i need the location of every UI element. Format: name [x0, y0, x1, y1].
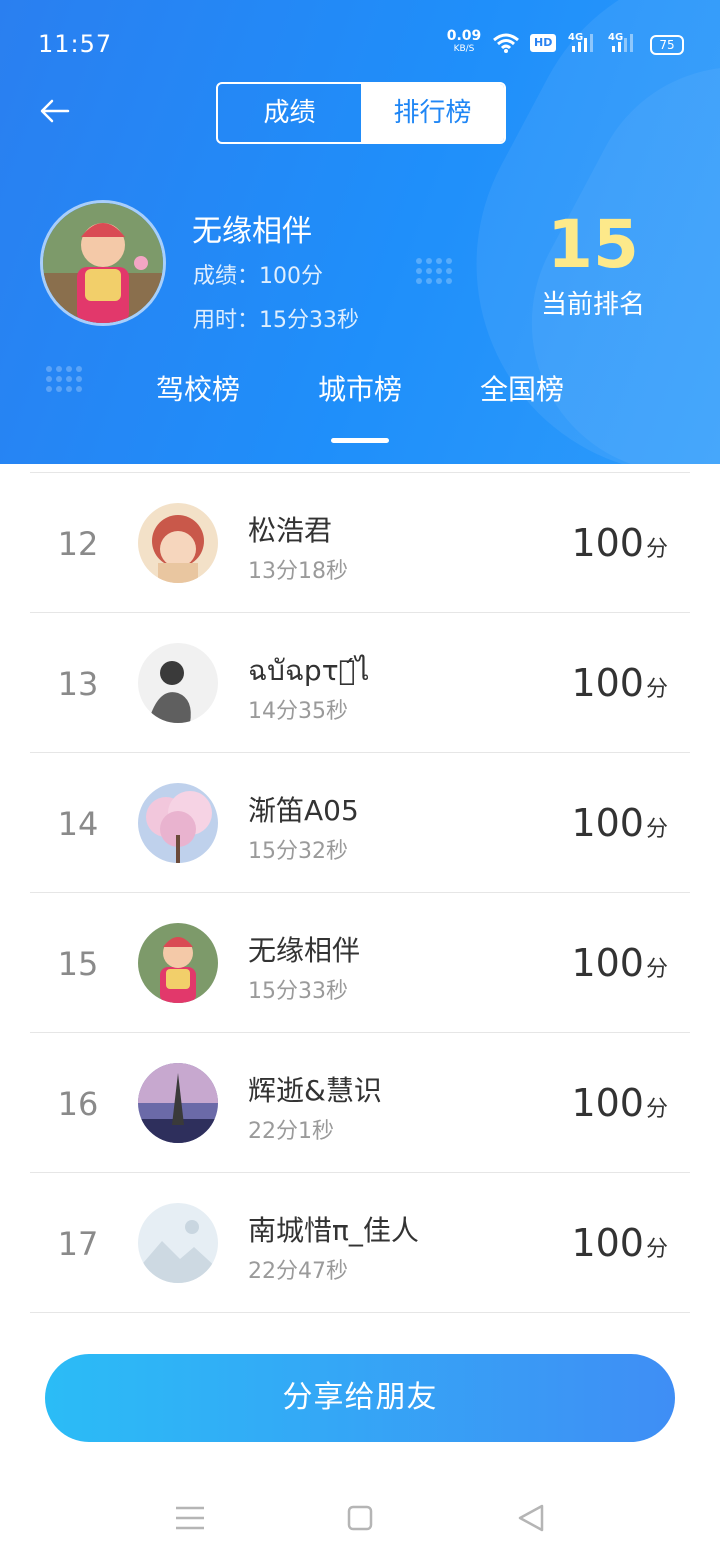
player-time: 13分18秒	[248, 559, 348, 584]
player-time: 22分1秒	[248, 1119, 334, 1144]
player-score: 100分	[571, 521, 668, 565]
user-name: 无缘相伴	[192, 214, 312, 249]
wifi-icon	[493, 33, 519, 53]
player-score: 100分	[571, 801, 668, 845]
segment-control: 成绩 排行榜	[216, 82, 506, 144]
player-score: 100分	[571, 1081, 668, 1125]
player-score: 100分	[571, 941, 668, 985]
current-rank-label: 当前排名	[540, 290, 645, 320]
player-name: 松浩君	[248, 514, 333, 547]
player-name: ฉบัฉpτช́ไ	[248, 654, 370, 687]
net-speed-unit: KB/S	[453, 44, 475, 54]
rank-number: 17	[57, 1225, 99, 1263]
arrow-left-icon[interactable]	[38, 94, 72, 128]
score-value: 100	[571, 661, 644, 705]
avatar	[138, 1063, 218, 1143]
player-name: 无缘相伴	[248, 934, 361, 967]
score-unit: 分	[645, 1097, 668, 1122]
header: 11:57 0.09 KB/S HD 4G 4G 75 成绩 排行榜 无缘相伴 …	[0, 0, 720, 464]
player-time: 15分33秒	[248, 979, 348, 1004]
rank-number: 13	[57, 665, 99, 703]
user-score: 成绩：100分	[193, 264, 323, 289]
avatar	[138, 923, 218, 1003]
score-unit: 分	[645, 677, 668, 702]
system-nav-bar	[0, 1470, 720, 1560]
list-item[interactable]: 14 渐笛A05 15分32秒 100分	[30, 753, 690, 893]
ranking-list: 12 松浩君 13分18秒 100分 13 ฉบัฉpτช́ไ 14分35秒 1…	[30, 472, 690, 1313]
current-rank-number: 15	[547, 206, 639, 283]
segment-leaderboard[interactable]: 排行榜	[361, 84, 504, 142]
list-item[interactable]: 17 南城惜π_佳人 22分47秒 100分	[30, 1173, 690, 1313]
list-item[interactable]: 12 松浩君 13分18秒 100分	[30, 473, 690, 613]
player-name: 辉逝&慧识	[248, 1074, 382, 1107]
battery-icon: 75	[650, 35, 684, 55]
player-time: 22分47秒	[248, 1259, 348, 1284]
player-time: 14分35秒	[248, 699, 348, 724]
player-name: 渐笛A05	[248, 794, 359, 827]
avatar	[138, 1203, 218, 1283]
rank-number: 15	[57, 945, 99, 983]
avatar	[138, 643, 218, 723]
list-item[interactable]: 15 无缘相伴 15分33秒 100分	[30, 893, 690, 1033]
tab-city[interactable]: 城市榜	[280, 368, 440, 408]
player-score: 100分	[571, 1221, 668, 1265]
score-value: 100	[571, 801, 644, 845]
score-value: 100	[571, 1081, 644, 1125]
rank-number: 14	[57, 805, 99, 843]
dots-decoration	[416, 258, 452, 284]
score-value: 100	[571, 521, 644, 565]
score-value: 100	[571, 941, 644, 985]
rank-number: 12	[57, 525, 99, 563]
segment-scores[interactable]: 成绩	[218, 84, 361, 142]
avatar	[138, 783, 218, 863]
avatar	[138, 503, 218, 583]
leaderboard-tabs: 驾校榜 城市榜 全国榜	[0, 368, 720, 412]
user-time: 用时：15分33秒	[193, 308, 359, 333]
tab-indicator	[331, 438, 389, 443]
rank-number: 16	[57, 1085, 99, 1123]
tab-national[interactable]: 全国榜	[442, 368, 602, 408]
player-time: 15分32秒	[248, 839, 348, 864]
player-score: 100分	[571, 661, 668, 705]
score-unit: 分	[645, 817, 668, 842]
list-item[interactable]: 13 ฉบัฉpτช́ไ 14分35秒 100分	[30, 613, 690, 753]
net-speed: 0.09 KB/S	[446, 28, 482, 56]
score-unit: 分	[645, 957, 668, 982]
score-value: 100	[571, 1221, 644, 1265]
triangle-back-icon[interactable]	[512, 1498, 552, 1538]
status-bar: 11:57 0.09 KB/S HD 4G 4G 75	[0, 0, 720, 88]
status-time: 11:57	[38, 30, 113, 58]
player-name: 南城惜π_佳人	[248, 1214, 419, 1247]
share-button[interactable]: 分享给朋友	[45, 1354, 675, 1442]
avatar	[40, 200, 166, 326]
score-unit: 分	[645, 1237, 668, 1262]
menu-icon[interactable]	[170, 1498, 210, 1538]
hd-icon: HD	[530, 34, 557, 52]
square-icon[interactable]	[340, 1498, 380, 1538]
net-speed-value: 0.09	[446, 28, 482, 44]
score-unit: 分	[645, 537, 668, 562]
list-item[interactable]: 16 辉逝&慧识 22分1秒 100分	[30, 1033, 690, 1173]
tab-school[interactable]: 驾校榜	[118, 368, 278, 408]
